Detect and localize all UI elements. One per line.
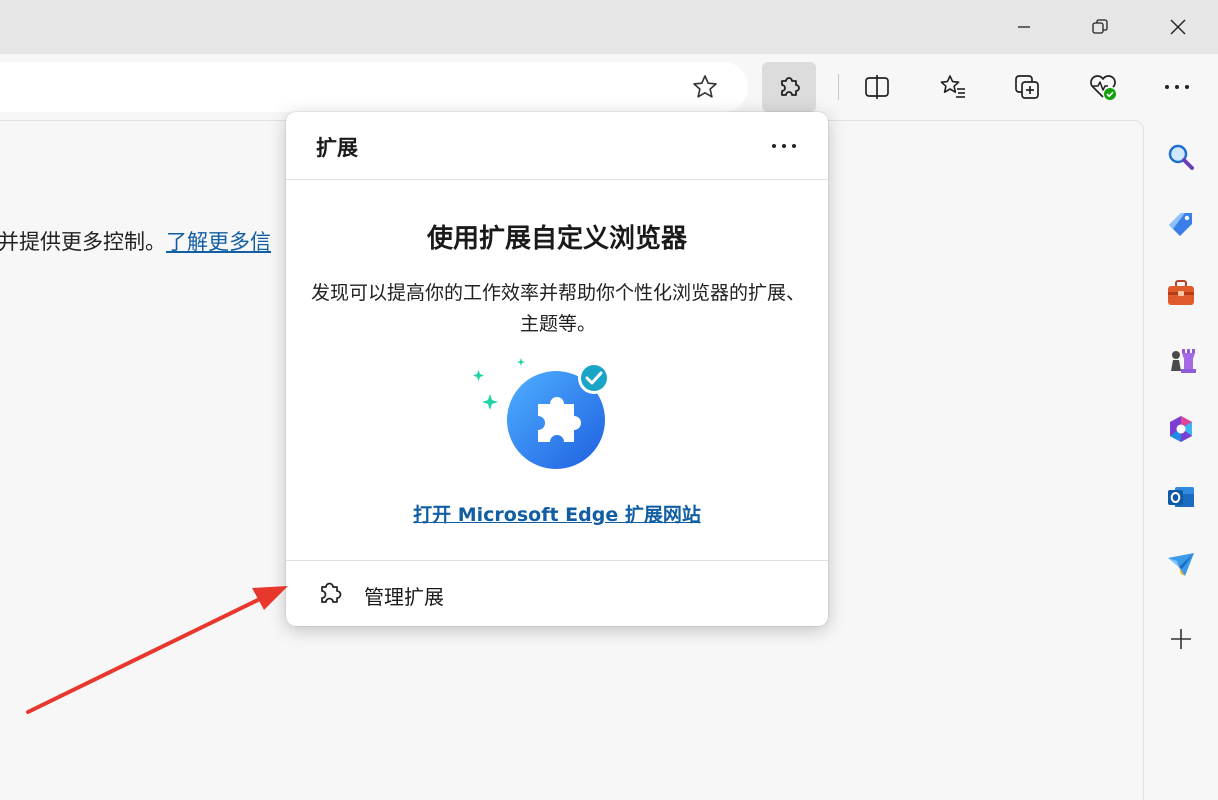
- address-bar[interactable]: [0, 62, 748, 112]
- puzzle-illustration-icon: [473, 358, 610, 469]
- title-bar: [0, 0, 1218, 54]
- manage-extensions-item[interactable]: 管理扩展: [286, 560, 828, 626]
- open-extensions-store-link[interactable]: 打开 Microsoft Edge 扩展网站: [286, 500, 828, 527]
- popup-more-button[interactable]: [762, 126, 806, 166]
- drop-icon: [1168, 553, 1194, 576]
- toolbar: [0, 54, 1218, 120]
- promo-heading: 使用扩展自定义浏览器: [426, 224, 687, 254]
- collections-button[interactable]: [1000, 62, 1054, 112]
- microsoft-365-icon: [1170, 416, 1192, 442]
- close-icon: [1170, 19, 1186, 35]
- sidebar-add-button[interactable]: [1158, 616, 1204, 662]
- learn-more-link[interactable]: 了解更多信: [166, 230, 271, 254]
- browser-essentials-icon: [1090, 75, 1116, 100]
- extensions-popup: 扩展 使用扩展自定义浏览器 发现可以提高你的工作效率并帮助你个性化浏览器的扩展、…: [286, 112, 828, 626]
- manage-extensions-label: 管理扩展: [364, 585, 444, 609]
- sidebar-item-tools[interactable]: [1158, 270, 1204, 316]
- sidebar-item-outlook[interactable]: [1158, 474, 1204, 520]
- more-icon: [772, 144, 796, 148]
- restore-icon: [1092, 19, 1108, 34]
- split-screen-button[interactable]: [850, 62, 904, 112]
- shopping-tag-icon: [1169, 213, 1192, 236]
- sidebar-item-games[interactable]: [1158, 338, 1204, 384]
- minimize-button[interactable]: [988, 0, 1060, 54]
- close-button[interactable]: [1142, 0, 1214, 54]
- popup-header: 扩展: [286, 112, 828, 180]
- popup-title: 扩展: [316, 136, 358, 160]
- search-icon: [1168, 144, 1194, 170]
- sidebar-item-microsoft-365[interactable]: [1158, 406, 1204, 452]
- outlook-icon: [1168, 487, 1194, 507]
- favorites-icon: [940, 75, 965, 98]
- sidebar-item-search[interactable]: [1158, 134, 1204, 180]
- extensions-button[interactable]: [762, 62, 816, 112]
- add-icon: [1171, 629, 1191, 649]
- extensions-icon: [321, 582, 342, 603]
- promo-description: 发现可以提高你的工作效率并帮助你个性化浏览器的扩展、主题等。: [310, 282, 805, 335]
- games-icon: [1171, 349, 1196, 373]
- star-icon: [693, 75, 717, 98]
- more-icon: [1165, 85, 1189, 89]
- favorites-button[interactable]: [926, 62, 980, 112]
- split-screen-icon: [865, 75, 889, 99]
- sidebar-item-shopping[interactable]: [1158, 202, 1204, 248]
- extensions-icon: [781, 77, 800, 96]
- more-button[interactable]: [1150, 62, 1204, 112]
- minimize-icon: [1018, 26, 1030, 28]
- page-text: 并提供更多控制。了解更多信: [0, 226, 271, 256]
- toolbar-separator: [838, 74, 839, 100]
- collections-icon: [1015, 75, 1039, 99]
- sidebar: [1146, 120, 1218, 800]
- favorite-button[interactable]: [684, 66, 726, 108]
- tools-icon: [1168, 280, 1194, 305]
- browser-essentials-button[interactable]: [1076, 62, 1130, 112]
- sidebar-item-drop[interactable]: [1158, 542, 1204, 588]
- page-text-body: 并提供更多控制。: [0, 230, 166, 254]
- restore-button[interactable]: [1064, 0, 1136, 54]
